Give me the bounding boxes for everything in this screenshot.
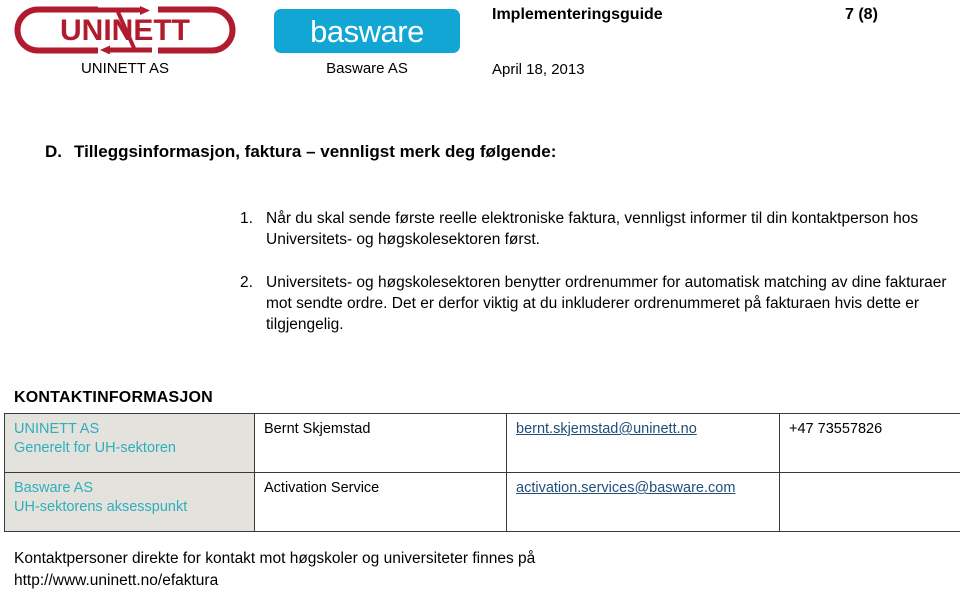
contact-name: Bernt Skjemstad — [264, 421, 371, 437]
list-item: 2. Universitets- og høgskolesektoren ben… — [240, 272, 950, 335]
section-heading-text: Tilleggsinformasjon, faktura – vennligst… — [74, 142, 557, 161]
email-link[interactable]: activation.services@basware.com — [516, 480, 735, 496]
document-title: Implementeringsguide — [492, 6, 663, 23]
list-item-marker: 2. — [240, 274, 253, 291]
contact-name-cell: Activation Service — [254, 472, 507, 532]
section-heading: D. Tilleggsinformasjon, faktura – vennlig… — [45, 141, 556, 163]
contact-phone-cell — [779, 472, 960, 532]
page-number: 7 (8) — [845, 6, 878, 23]
org-cell: UNINETT AS Generelt for UH-sektoren — [4, 413, 255, 473]
contact-email-cell: activation.services@basware.com — [506, 472, 780, 532]
contact-name: Activation Service — [264, 480, 380, 496]
contact-section-title: KONTAKTINFORMASJON — [14, 389, 213, 406]
org-role: Generelt for UH-sektoren — [14, 440, 176, 456]
table-row: Basware AS UH-sektorens aksesspunkt Acti… — [4, 472, 960, 532]
org-role: UH-sektorens aksesspunkt — [14, 499, 188, 515]
org-name: UNINETT AS — [14, 421, 100, 437]
list-item-text: Universitets- og høgskolesektoren benytt… — [266, 274, 947, 333]
email-link[interactable]: bernt.skjemstad@uninett.no — [516, 421, 697, 437]
footer-note-url[interactable]: http://www.uninett.no/efaktura — [14, 570, 894, 592]
contact-table: UNINETT AS Generelt for UH-sektoren Bern… — [4, 413, 960, 532]
list-item-marker: 1. — [240, 210, 253, 227]
section-letter: D. — [45, 142, 62, 161]
org-cell: Basware AS UH-sektorens aksesspunkt — [4, 472, 255, 532]
page-header: UNINETT UNINETT AS basware Basware AS Im… — [0, 0, 960, 96]
footer-note-line-1: Kontaktpersoner direkte for kontakt mot … — [14, 550, 536, 567]
document-date: April 18, 2013 — [492, 61, 585, 78]
table-row: UNINETT AS Generelt for UH-sektoren Bern… — [4, 413, 960, 473]
list-item-text: Når du skal sende første reelle elektron… — [266, 210, 919, 248]
uninett-caption: UNINETT AS — [80, 60, 170, 77]
contact-phone: +47 73557826 — [789, 421, 883, 437]
footer-note: Kontaktpersoner direkte for kontakt mot … — [14, 548, 894, 592]
basware-wordmark: basware — [310, 14, 424, 49]
list-item: 1. Når du skal sende første reelle elekt… — [240, 208, 950, 250]
org-name: Basware AS — [14, 480, 93, 496]
instructions-list: 1. Når du skal sende første reelle elekt… — [240, 208, 950, 357]
basware-caption: Basware AS — [326, 60, 408, 77]
contact-name-cell: Bernt Skjemstad — [254, 413, 507, 473]
basware-logo: basware — [274, 9, 460, 53]
contact-email-cell: bernt.skjemstad@uninett.no — [506, 413, 780, 473]
uninett-logo: UNINETT — [14, 6, 236, 54]
contact-phone-cell: +47 73557826 — [779, 413, 960, 473]
